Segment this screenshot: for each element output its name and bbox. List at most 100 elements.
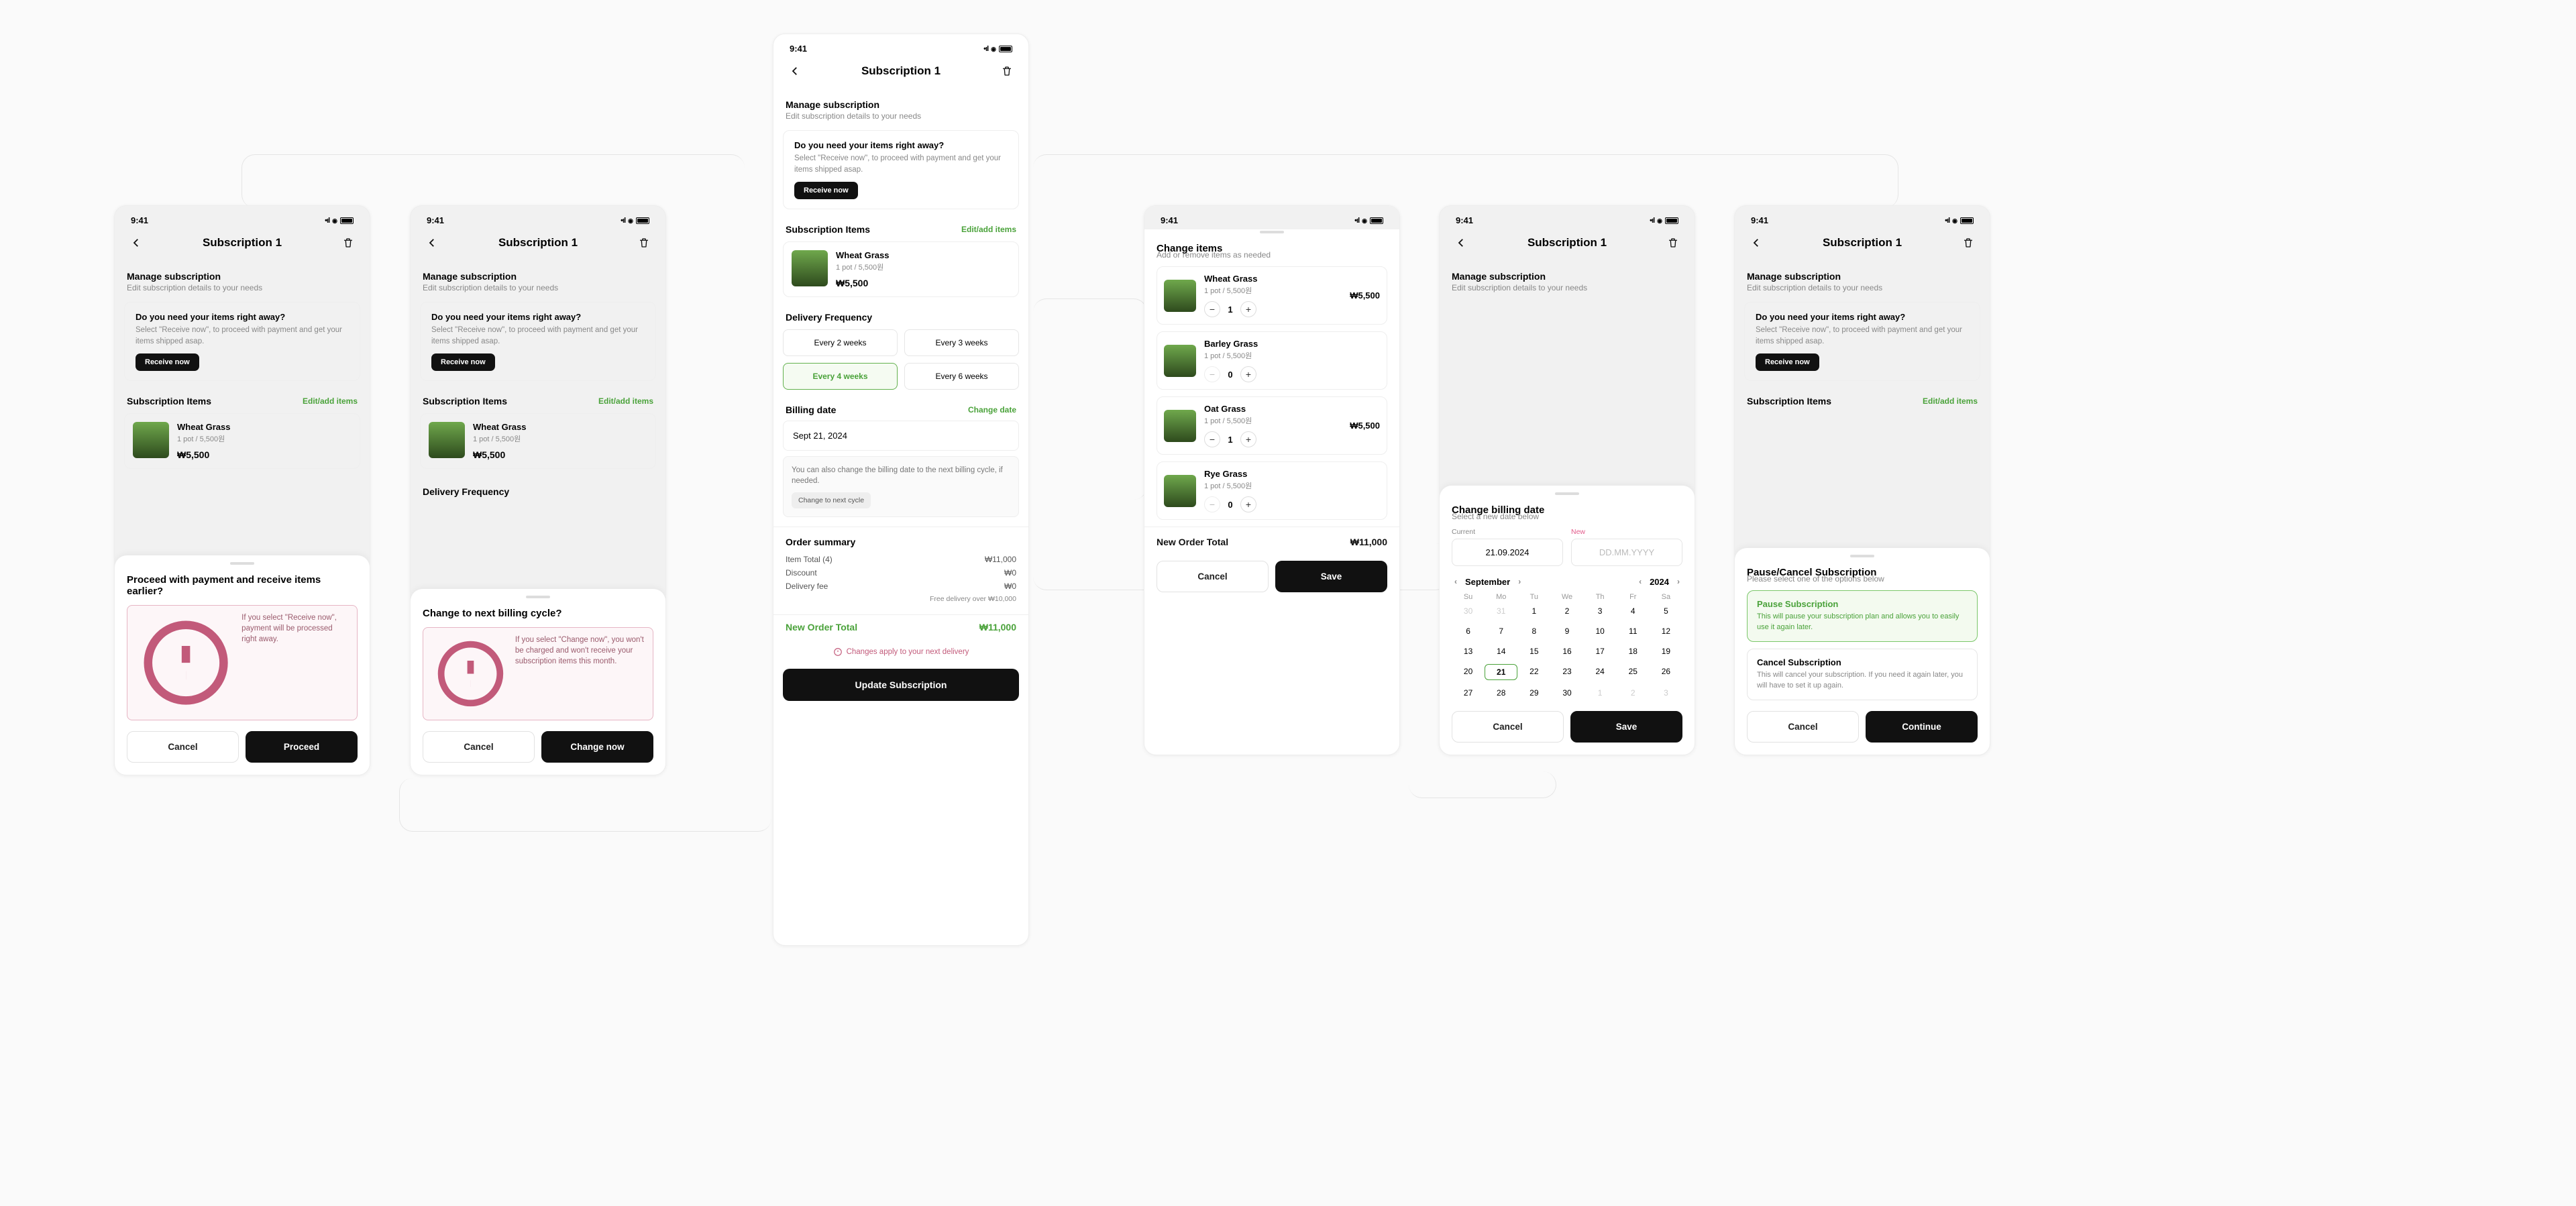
- trash-icon[interactable]: [998, 62, 1016, 80]
- item-row: Oat Grass1 pot / 5,500원−1+₩5,500: [1157, 396, 1387, 455]
- calendar-day: 1: [1584, 686, 1617, 700]
- receive-now-card: Do you need your items right away? Selec…: [783, 130, 1019, 209]
- proceed-button[interactable]: Proceed: [246, 731, 358, 763]
- trash-icon[interactable]: [1959, 233, 1978, 252]
- manage-header: Manage subscription Edit subscription de…: [773, 90, 1028, 123]
- calendar-day[interactable]: 11: [1617, 624, 1650, 639]
- receive-now-button[interactable]: Receive now: [1756, 353, 1819, 371]
- decrement-button[interactable]: −: [1204, 301, 1220, 317]
- save-button[interactable]: Save: [1275, 561, 1387, 592]
- calendar-day[interactable]: 23: [1550, 664, 1583, 680]
- navbar: Subscription 1: [773, 58, 1028, 90]
- screen-cycle: 9:41 Subscription 1 Manage subscription …: [410, 205, 666, 775]
- edit-items-link[interactable]: Edit/add items: [961, 225, 1016, 234]
- edit-items-link[interactable]: Edit/add items: [303, 396, 358, 406]
- continue-button[interactable]: Continue: [1866, 711, 1978, 743]
- receive-now-button[interactable]: Receive now: [136, 353, 199, 371]
- billing-hint: You can also change the billing date to …: [783, 456, 1019, 516]
- cancel-button[interactable]: Cancel: [423, 731, 535, 763]
- increment-button[interactable]: +: [1240, 301, 1256, 317]
- calendar-day[interactable]: 3: [1584, 604, 1617, 618]
- calendar-day[interactable]: 12: [1650, 624, 1682, 639]
- calendar-day[interactable]: 15: [1517, 644, 1550, 659]
- status-time: 9:41: [790, 44, 807, 54]
- pause-option[interactable]: Pause Subscription This will pause your …: [1747, 590, 1978, 642]
- calendar-day[interactable]: 26: [1650, 664, 1682, 680]
- calendar-day[interactable]: 13: [1452, 644, 1485, 659]
- apply-notice: Changes apply to your next delivery: [773, 647, 1028, 657]
- prev-year-icon[interactable]: ‹: [1636, 575, 1644, 588]
- receive-now-button[interactable]: Receive now: [431, 353, 495, 371]
- back-icon[interactable]: [1747, 233, 1766, 252]
- calendar-day[interactable]: 21: [1485, 664, 1517, 680]
- cancel-button[interactable]: Cancel: [127, 731, 239, 763]
- calendar-day[interactable]: 28: [1485, 686, 1517, 700]
- change-now-button[interactable]: Change now: [541, 731, 653, 763]
- calendar-header: ‹ September › ‹ 2024 ›: [1452, 575, 1682, 588]
- cancel-button[interactable]: Cancel: [1452, 711, 1564, 743]
- receive-now-button[interactable]: Receive now: [794, 182, 858, 199]
- calendar-day[interactable]: 7: [1485, 624, 1517, 639]
- page-title: Subscription 1: [861, 64, 941, 78]
- calendar-day[interactable]: 25: [1617, 664, 1650, 680]
- order-total: New Order Total ₩11,000: [773, 614, 1028, 639]
- billing-date-value[interactable]: Sept 21, 2024: [783, 421, 1019, 451]
- increment-button[interactable]: +: [1240, 366, 1256, 382]
- save-button[interactable]: Save: [1570, 711, 1682, 743]
- trash-icon[interactable]: [339, 233, 358, 252]
- frequency-option[interactable]: Every 2 weeks: [783, 329, 898, 356]
- edit-items-link[interactable]: Edit/add items: [598, 396, 653, 406]
- cycle-warning: If you select "Change now", you won't be…: [423, 627, 653, 720]
- item-row: Rye Grass1 pot / 5,500원−0+: [1157, 461, 1387, 520]
- calendar-day[interactable]: 8: [1517, 624, 1550, 639]
- increment-button[interactable]: +: [1240, 431, 1256, 447]
- calendar-day[interactable]: 29: [1517, 686, 1550, 700]
- calendar-day[interactable]: 16: [1550, 644, 1583, 659]
- decrement-button: −: [1204, 366, 1220, 382]
- calendar-day[interactable]: 22: [1517, 664, 1550, 680]
- next-year-icon[interactable]: ›: [1674, 575, 1682, 588]
- frequency-option[interactable]: Every 4 weeks: [783, 363, 898, 390]
- calendar-day[interactable]: 18: [1617, 644, 1650, 659]
- increment-button[interactable]: +: [1240, 496, 1256, 512]
- cancel-button[interactable]: Cancel: [1157, 561, 1269, 592]
- calendar-day[interactable]: 6: [1452, 624, 1485, 639]
- next-month-icon[interactable]: ›: [1515, 575, 1523, 588]
- cycle-sheet: Change to next billing cycle? If you sel…: [411, 589, 665, 775]
- cancel-option[interactable]: Cancel Subscription This will cancel you…: [1747, 649, 1978, 700]
- calendar-day[interactable]: 4: [1617, 604, 1650, 618]
- change-date-link[interactable]: Change date: [968, 405, 1016, 415]
- back-icon[interactable]: [423, 233, 441, 252]
- back-icon[interactable]: [786, 62, 804, 80]
- calendar-day[interactable]: 27: [1452, 686, 1485, 700]
- back-icon[interactable]: [1452, 233, 1470, 252]
- product-thumbnail: [792, 250, 828, 286]
- calendar-day[interactable]: 30: [1550, 686, 1583, 700]
- prev-month-icon[interactable]: ‹: [1452, 575, 1460, 588]
- back-icon[interactable]: [127, 233, 146, 252]
- update-subscription-button[interactable]: Update Subscription: [783, 669, 1019, 701]
- proceed-sheet: Proceed with payment and receive items e…: [115, 555, 370, 775]
- calendar-day[interactable]: 9: [1550, 624, 1583, 639]
- calendar-day[interactable]: 19: [1650, 644, 1682, 659]
- trash-icon[interactable]: [635, 233, 653, 252]
- new-date-field[interactable]: New DD.MM.YYYY: [1571, 528, 1682, 566]
- cancel-button[interactable]: Cancel: [1747, 711, 1859, 743]
- calendar-day[interactable]: 1: [1517, 604, 1550, 618]
- order-summary: Order summary Item Total (4)₩11,000 Disc…: [773, 531, 1028, 610]
- calendar-day[interactable]: 5: [1650, 604, 1682, 618]
- edit-items-link[interactable]: Edit/add items: [1923, 396, 1978, 406]
- calendar-day[interactable]: 2: [1550, 604, 1583, 618]
- change-cycle-chip[interactable]: Change to next cycle: [792, 492, 871, 508]
- decrement-button[interactable]: −: [1204, 431, 1220, 447]
- frequency-option[interactable]: Every 6 weeks: [904, 363, 1019, 390]
- calendar-day[interactable]: 20: [1452, 664, 1485, 680]
- calendar-day[interactable]: 17: [1584, 644, 1617, 659]
- calendar-day[interactable]: 24: [1584, 664, 1617, 680]
- trash-icon[interactable]: [1664, 233, 1682, 252]
- calendar-day[interactable]: 10: [1584, 624, 1617, 639]
- frequency-option[interactable]: Every 3 weeks: [904, 329, 1019, 356]
- calendar-day: 31: [1485, 604, 1517, 618]
- calendar-day[interactable]: 14: [1485, 644, 1517, 659]
- item-row: Barley Grass1 pot / 5,500원−0+: [1157, 331, 1387, 390]
